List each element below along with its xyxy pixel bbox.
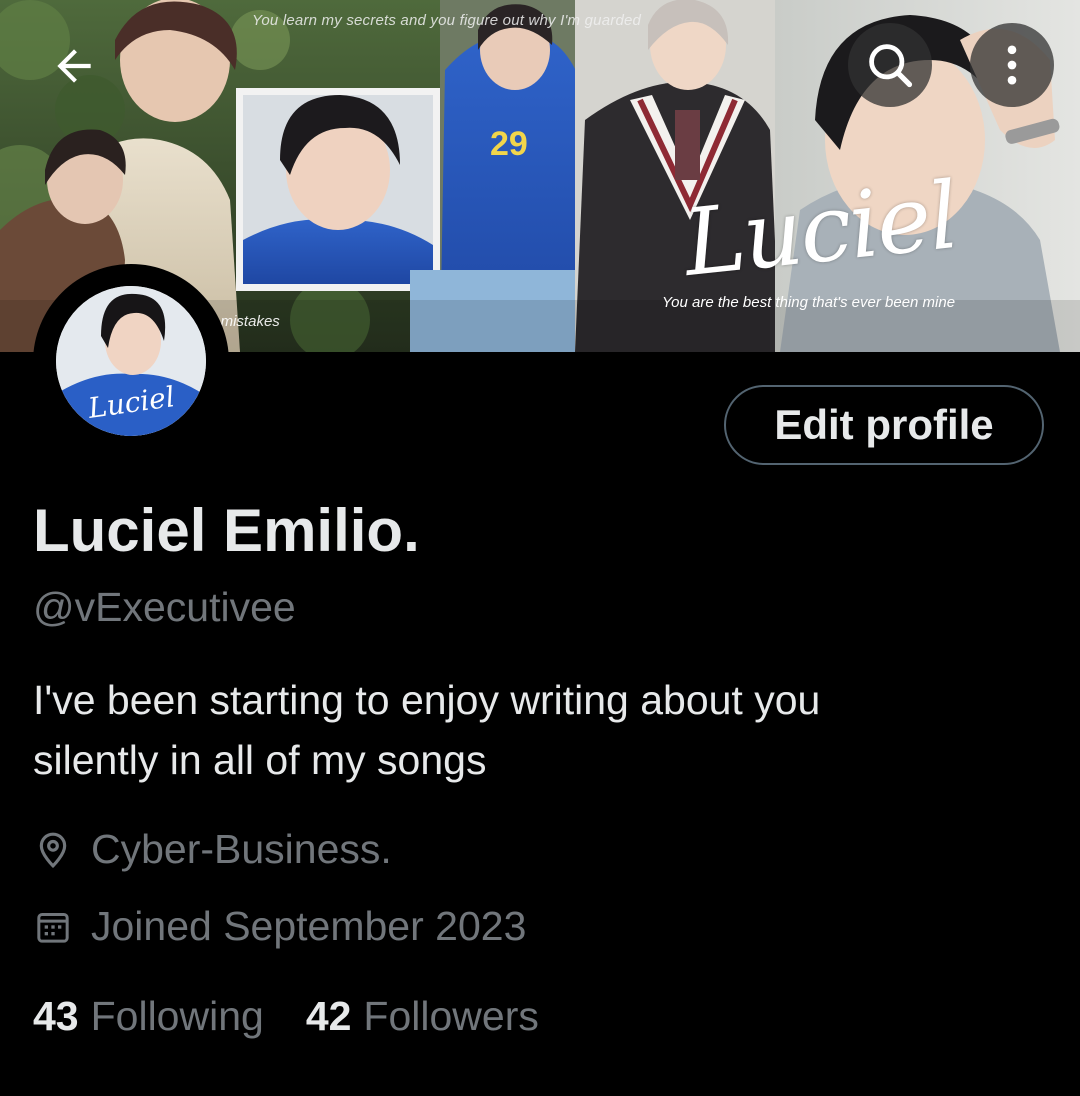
search-icon — [869, 44, 913, 88]
followers-link[interactable]: 42 Followers — [306, 993, 581, 1040]
avatar[interactable]: Luciel — [56, 286, 206, 436]
following-link[interactable]: 43 Following — [33, 993, 306, 1040]
banner-caption-top: You learn my secrets and you figure out … — [252, 12, 642, 29]
back-button[interactable] — [34, 26, 114, 106]
search-button[interactable] — [848, 23, 932, 107]
follow-stats: 43 Following 42 Followers — [33, 993, 581, 1040]
followers-label: Followers — [363, 993, 539, 1039]
location-row: Cyber-Business. — [33, 826, 392, 873]
bio-line-2: silently in all of my songs — [33, 737, 487, 783]
bio-line-1: I've been starting to enjoy writing abou… — [33, 677, 821, 723]
profile-bio: I've been starting to enjoy writing abou… — [33, 670, 1033, 790]
banner-hoodie-text: 29 — [490, 125, 528, 163]
joined-text: Joined September 2023 — [91, 903, 527, 949]
joined-row: Joined September 2023 — [33, 903, 526, 950]
location-pin-icon — [33, 830, 73, 870]
following-count: 43 — [33, 993, 79, 1039]
followers-count: 42 — [305, 993, 352, 1039]
display-name: Luciel Emilio. — [33, 497, 420, 564]
banner-caption-right: You are the best thing that's ever been … — [662, 294, 956, 311]
following-label: Following — [90, 993, 264, 1039]
more-vertical-icon — [1007, 45, 1017, 85]
more-options-button[interactable] — [970, 23, 1054, 107]
location-text: Cyber-Business. — [91, 826, 392, 872]
calendar-icon — [33, 907, 73, 947]
edit-profile-button[interactable]: Edit profile — [724, 385, 1044, 465]
arrow-left-icon — [57, 49, 91, 83]
user-handle: @vExecutivee — [33, 584, 296, 630]
